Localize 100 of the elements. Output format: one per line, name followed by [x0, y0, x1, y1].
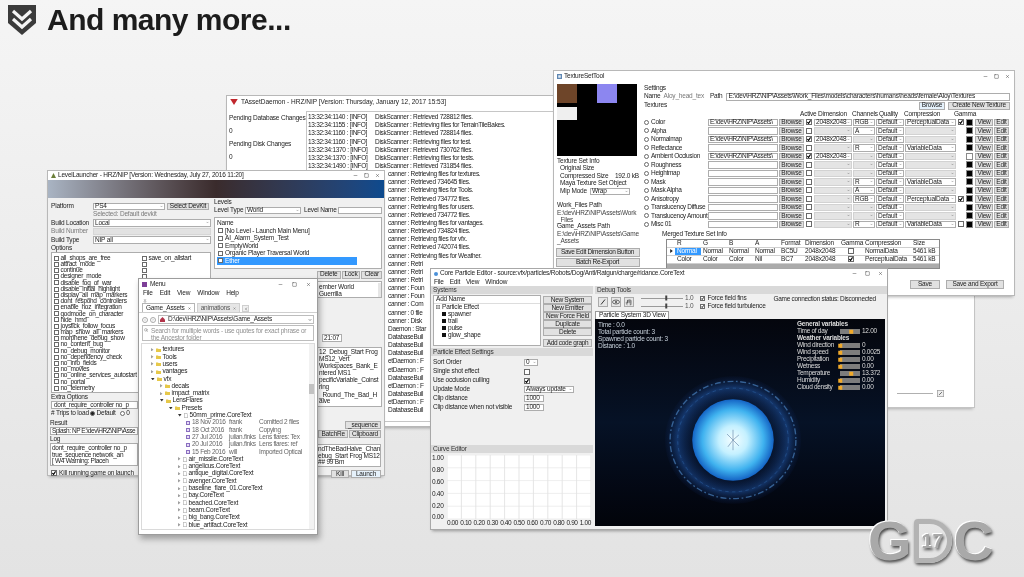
radio-button[interactable]	[119, 411, 125, 416]
path-field[interactable]	[708, 178, 778, 186]
radio-button[interactable]	[644, 170, 649, 176]
checkbox[interactable]	[806, 161, 812, 168]
close-icon[interactable]	[306, 281, 311, 287]
slider-track[interactable]	[840, 350, 860, 355]
checkbox[interactable]	[958, 195, 964, 202]
radio-button[interactable]	[90, 411, 95, 416]
triangle-right-icon[interactable]	[178, 479, 181, 483]
radio-button[interactable]	[644, 136, 649, 142]
triangle-down-icon[interactable]	[169, 406, 173, 410]
checkbox[interactable]	[806, 195, 812, 202]
slider-thumb[interactable]	[849, 371, 853, 376]
path-field[interactable]	[708, 186, 778, 194]
color-swatch-icon[interactable]	[966, 135, 973, 143]
radio-button[interactable]	[644, 204, 649, 210]
checkbox[interactable]	[54, 329, 59, 335]
minimize-icon[interactable]	[852, 271, 857, 276]
path-field[interactable]	[708, 127, 778, 135]
checkbox[interactable]	[524, 368, 530, 375]
checkbox[interactable]	[700, 303, 706, 309]
checkbox[interactable]	[806, 127, 812, 134]
checkbox[interactable]	[218, 228, 223, 234]
color-swatch-icon[interactable]	[966, 203, 973, 211]
radio-button[interactable]	[644, 179, 649, 185]
scrollbar[interactable]	[309, 344, 314, 529]
close-tab-icon[interactable]	[187, 306, 191, 310]
slider-track[interactable]	[840, 371, 860, 376]
checkbox[interactable]	[54, 323, 59, 329]
radio-button[interactable]	[644, 162, 649, 168]
triangle-right-icon[interactable]	[178, 493, 181, 498]
slider-thumb[interactable]	[838, 364, 842, 369]
triangle-down-icon[interactable]	[160, 399, 164, 402]
slider-thumb[interactable]	[838, 378, 842, 383]
slider-track[interactable]	[840, 378, 860, 383]
checkbox[interactable]	[142, 267, 147, 273]
slider-thumb[interactable]	[838, 385, 842, 390]
checkbox[interactable]	[218, 243, 223, 249]
slider-thumb[interactable]	[838, 350, 842, 355]
triangle-right-icon[interactable]	[178, 508, 181, 512]
checkbox[interactable]	[54, 379, 59, 385]
checkbox[interactable]	[524, 377, 530, 384]
color-swatch-icon[interactable]	[966, 195, 973, 203]
path-field[interactable]	[708, 195, 778, 203]
slider-thumb[interactable]	[849, 329, 853, 334]
color-swatch-icon[interactable]	[966, 161, 973, 169]
checkbox[interactable]	[54, 305, 59, 311]
triangle-right-icon[interactable]	[160, 384, 163, 388]
radio-button[interactable]	[644, 119, 649, 125]
radio-button[interactable]	[644, 187, 649, 193]
checkbox[interactable]	[806, 136, 812, 143]
checkbox[interactable]	[54, 255, 59, 261]
triangle-right-icon[interactable]	[178, 523, 181, 527]
slider-track[interactable]	[840, 357, 860, 362]
checkbox[interactable]	[218, 250, 223, 256]
checkbox[interactable]	[848, 248, 854, 254]
pencil-icon[interactable]	[598, 297, 608, 307]
checkbox[interactable]	[806, 119, 812, 126]
eye-icon[interactable]	[611, 297, 621, 307]
checkbox[interactable]	[142, 255, 147, 261]
triangle-right-icon[interactable]	[160, 391, 163, 396]
maximize-icon[interactable]	[865, 271, 870, 276]
triangle-right-icon[interactable]	[178, 471, 181, 476]
scrollbar[interactable]	[378, 283, 381, 297]
triangle-right-icon[interactable]	[178, 515, 181, 520]
maximize-icon[interactable]	[994, 73, 999, 79]
checkbox[interactable]	[806, 221, 812, 228]
checkbox[interactable]	[54, 366, 59, 372]
back-icon[interactable]	[142, 316, 148, 323]
path-field[interactable]	[708, 169, 778, 177]
hand-icon[interactable]	[624, 297, 634, 307]
minimize-icon[interactable]	[983, 73, 988, 79]
checkbox[interactable]	[54, 311, 59, 317]
slider-track[interactable]	[840, 343, 860, 348]
color-swatch-icon[interactable]	[966, 220, 973, 228]
path-field[interactable]	[708, 144, 778, 152]
color-swatch-icon[interactable]	[966, 152, 973, 160]
checkbox[interactable]	[54, 317, 59, 323]
path-field[interactable]	[708, 212, 778, 220]
color-swatch-icon[interactable]	[966, 186, 973, 194]
checkbox[interactable]	[218, 258, 223, 264]
triangle-down-icon[interactable]	[178, 414, 182, 417]
color-swatch-icon[interactable]	[966, 118, 973, 126]
checkbox[interactable]	[54, 286, 59, 292]
path-field[interactable]	[708, 161, 778, 169]
color-swatch-icon[interactable]	[966, 127, 973, 135]
slider-thumb[interactable]	[838, 343, 842, 348]
collapse-box-icon[interactable]	[436, 305, 440, 309]
radio-button[interactable]	[644, 153, 649, 159]
maximize-icon[interactable]	[292, 281, 297, 287]
radio-button[interactable]	[644, 145, 649, 151]
close-icon[interactable]	[1005, 73, 1010, 79]
radio-button[interactable]	[644, 221, 649, 227]
checkbox[interactable]	[700, 295, 706, 301]
checkbox[interactable]	[806, 212, 812, 219]
triangle-right-icon[interactable]	[151, 347, 154, 352]
checkbox[interactable]	[54, 354, 59, 360]
checkbox[interactable]	[54, 280, 59, 286]
checkbox[interactable]	[806, 144, 812, 151]
triangle-down-icon[interactable]	[151, 377, 155, 381]
